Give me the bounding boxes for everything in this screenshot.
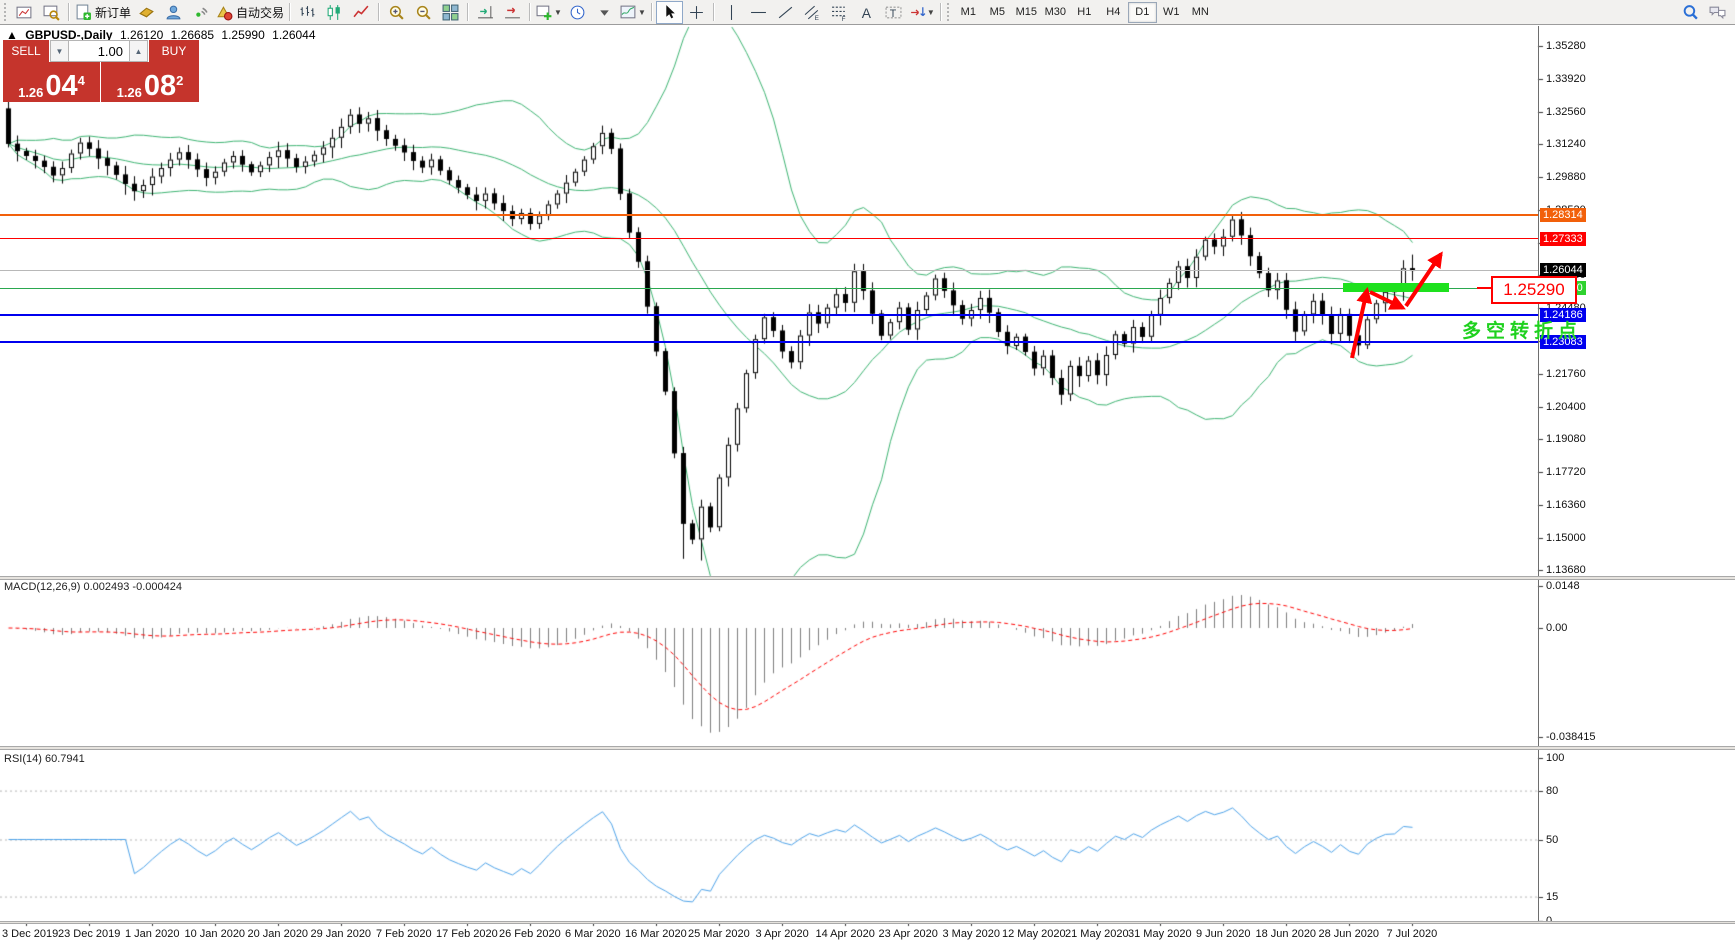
panel-separator[interactable] [0, 746, 1735, 750]
trend-arrows[interactable] [1340, 240, 1455, 370]
date-axis-label: 7 Feb 2020 [376, 928, 432, 940]
rsi-label: RSI(14) 60.7941 [4, 753, 85, 765]
one-click-trading-panel: SELL ▼ 1.00 ▲ BUY 1.26 04 4 1.26 08 2 [3, 40, 199, 102]
chart-surface[interactable] [0, 0, 1735, 943]
rsi-axis-tick: 50 [1546, 834, 1558, 846]
price-axis-tick: 1.19080 [1546, 433, 1586, 445]
date-axis-label: 6 Mar 2020 [565, 928, 621, 940]
date-axis-label: 26 Feb 2020 [499, 928, 561, 940]
mt4-window: 新订单自动交易▼▼EFAT▼M1M5M15M30H1H4D1W1MN ▲ GBP… [0, 0, 1735, 943]
date-axis-label: 14 Apr 2020 [816, 928, 875, 940]
date-axis-label: 20 Jan 2020 [248, 928, 309, 940]
date-axis-label: 18 Jun 2020 [1256, 928, 1317, 940]
price-callout-label[interactable]: 1.25290 [1491, 276, 1577, 304]
date-axis-label: 23 Dec 2019 [58, 928, 120, 940]
price-axis-tick: 1.29880 [1546, 171, 1586, 183]
price-badge-1.28314: 1.28314 [1540, 208, 1586, 222]
date-axis-label: 25 Mar 2020 [688, 928, 750, 940]
date-axis-label: 3 Apr 2020 [756, 928, 809, 940]
turning-point-text[interactable]: 多空转折点 [1462, 316, 1582, 343]
price-axis-border [1538, 26, 1539, 924]
price-axis-tick: 1.20400 [1546, 401, 1586, 413]
ohlc-low: 1.25990 [221, 28, 264, 42]
date-axis-label: 1 Jan 2020 [125, 928, 179, 940]
date-axis-label: 28 Jun 2020 [1319, 928, 1380, 940]
sell-button[interactable]: SELL [3, 40, 50, 62]
sell-price-button[interactable]: 1.26 04 4 [3, 62, 101, 102]
horizontal-line-1.27333[interactable] [0, 238, 1538, 239]
rsi-axis-tick: 80 [1546, 785, 1558, 797]
price-axis-tick: 1.35280 [1546, 40, 1586, 52]
callout-connector [1477, 287, 1491, 289]
date-axis-label: 21 May 2020 [1065, 928, 1129, 940]
date-axis-label: 17 Feb 2020 [436, 928, 498, 940]
price-axis-tick: 1.33920 [1546, 73, 1586, 85]
horizontal-line-1.25290[interactable] [0, 288, 1538, 289]
macd-axis-tick: 0.0148 [1546, 580, 1580, 592]
horizontal-line-1.23083[interactable] [0, 341, 1538, 343]
price-axis-tick: 1.31240 [1546, 138, 1586, 150]
price-badge-1.27333: 1.27333 [1540, 232, 1586, 246]
ohlc-close: 1.26044 [272, 28, 315, 42]
price-axis-tick: 1.17720 [1546, 466, 1586, 478]
sell-price-small: 1.26 [18, 86, 43, 99]
buy-price-sup: 2 [176, 74, 183, 87]
date-axis-label: 29 Jan 2020 [311, 928, 372, 940]
buy-button[interactable]: BUY [148, 40, 199, 62]
macd-axis-tick: 0.00 [1546, 622, 1567, 634]
macd-axis-tick: -0.038415 [1546, 731, 1596, 743]
panel-separator [0, 921, 1735, 924]
horizontal-line-1.26044[interactable] [0, 270, 1538, 271]
date-axis-label: 10 Jan 2020 [185, 928, 246, 940]
buy-price-big: 08 [144, 74, 176, 99]
sell-price-sup: 4 [78, 74, 85, 87]
date-axis-label: 3 Dec 2019 [2, 928, 58, 940]
price-axis-tick: 1.15000 [1546, 532, 1586, 544]
rsi-axis-tick: 100 [1546, 752, 1564, 764]
arrow-up-2[interactable] [1406, 254, 1441, 306]
sell-price-big: 04 [45, 74, 77, 99]
buy-price-button[interactable]: 1.26 08 2 [101, 62, 199, 102]
arrow-up-1[interactable] [1352, 290, 1367, 358]
horizontal-line-1.28314[interactable] [0, 214, 1538, 216]
date-axis-label: 7 Jul 2020 [1387, 928, 1438, 940]
buy-price-small: 1.26 [117, 86, 142, 99]
price-axis-tick: 1.21760 [1546, 368, 1586, 380]
volume-increase-button[interactable]: ▲ [129, 40, 148, 62]
arrow-down[interactable] [1370, 292, 1403, 308]
price-axis-tick: 1.32560 [1546, 106, 1586, 118]
panel-separator[interactable] [0, 576, 1735, 580]
price-axis-tick: 1.13680 [1546, 564, 1586, 576]
date-axis-label: 16 Mar 2020 [625, 928, 687, 940]
date-axis-label: 23 Apr 2020 [879, 928, 938, 940]
date-axis-label: 31 May 2020 [1128, 928, 1192, 940]
volume-input[interactable]: 1.00 [69, 40, 129, 62]
date-axis-label: 3 May 2020 [943, 928, 1000, 940]
rsi-axis-tick: 15 [1546, 891, 1558, 903]
volume-decrease-button[interactable]: ▼ [50, 40, 69, 62]
date-axis-label: 9 Jun 2020 [1196, 928, 1250, 940]
horizontal-line-1.24186[interactable] [0, 314, 1538, 316]
macd-label: MACD(12,26,9) 0.002493 -0.000424 [4, 581, 182, 593]
price-axis-tick: 1.16360 [1546, 499, 1586, 511]
date-axis-label: 12 May 2020 [1002, 928, 1066, 940]
